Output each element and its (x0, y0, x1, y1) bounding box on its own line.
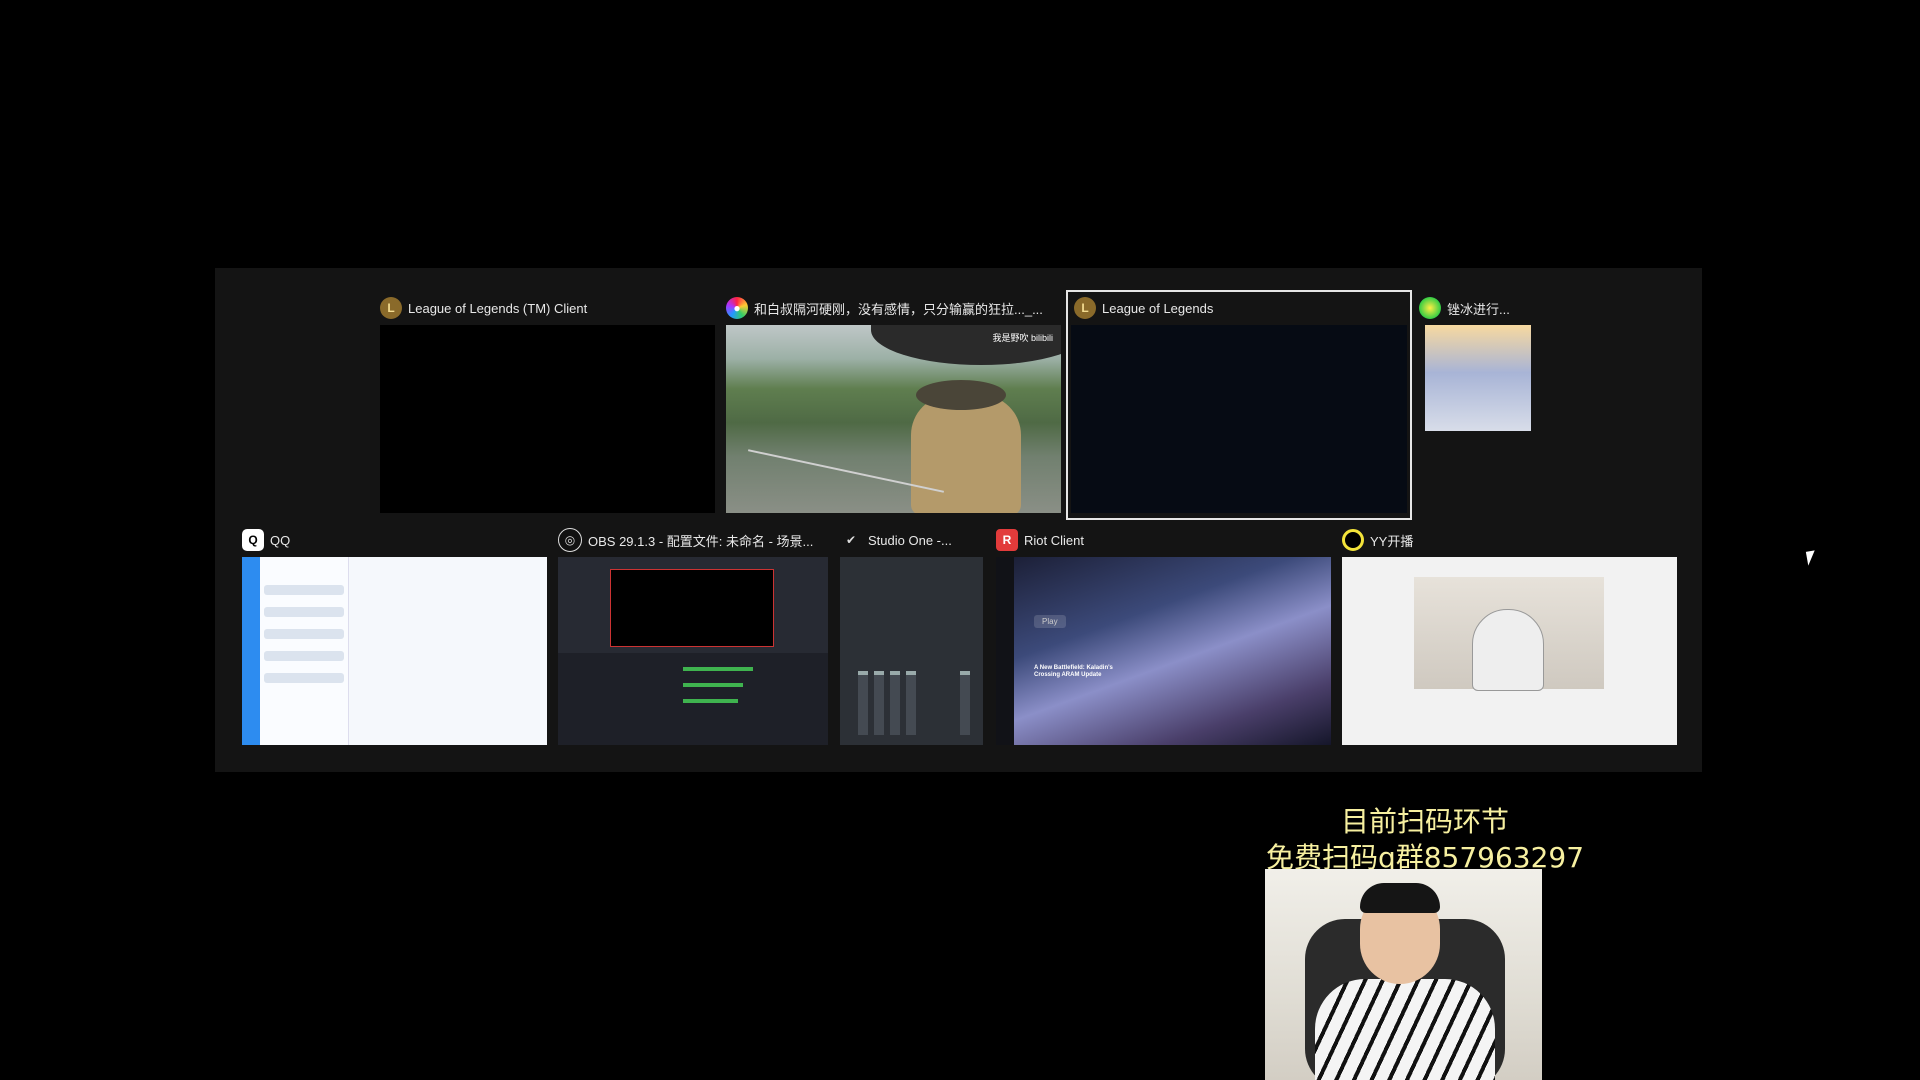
window-title: Riot Client (1024, 532, 1084, 548)
video-player-icon: ● (726, 297, 748, 319)
qq-sidebar (242, 557, 260, 745)
task-switcher-panel: L League of Legends (TM) Client ● 和白叔隔河硬… (215, 268, 1702, 772)
hat (916, 380, 1006, 410)
mouse-cursor-icon (1805, 550, 1818, 566)
mixer-fader (890, 671, 900, 735)
window-lol-client[interactable]: L League of Legends (TM) Client (380, 292, 715, 514)
window-thumbnail (1425, 325, 1531, 431)
qq-penguin-icon: Q (242, 529, 264, 551)
riot-sidebar (996, 557, 1014, 745)
window-title: OBS 29.1.3 - 配置文件: 未命名 - 场景... (588, 533, 814, 549)
obs-preview (610, 569, 774, 647)
window-thumbnail: Play A New Battlefield: Kaladin's Crossi… (996, 557, 1331, 745)
obs-icon: ◎ (558, 528, 582, 552)
list-item (264, 651, 344, 661)
window-thumbnail (1071, 325, 1407, 513)
news-headline: A New Battlefield: Kaladin's Crossing AR… (1034, 665, 1113, 678)
list-item (264, 673, 344, 683)
hair (1360, 883, 1440, 913)
man-figure (911, 395, 1021, 513)
window-lol[interactable]: L League of Legends (1066, 290, 1412, 520)
person-figure (1472, 609, 1544, 691)
mixer-fader (960, 671, 970, 735)
window-title: QQ (270, 532, 291, 548)
overlay-caption-line1: 目前扫码环节 (1340, 805, 1509, 838)
riot-fist-icon: R (996, 529, 1018, 551)
mixer-fader (858, 671, 868, 735)
window-title: Studio One -... (868, 532, 952, 548)
mixer-fader (874, 671, 884, 735)
window-thumbnail (558, 557, 828, 745)
obs-mixer (558, 653, 828, 745)
mixer-fader (906, 671, 916, 735)
window-title: YY开播 (1370, 533, 1414, 549)
list-item (264, 585, 344, 595)
window-title: 锉冰进行... (1447, 301, 1510, 317)
list-item (264, 607, 344, 617)
audio-meter (683, 667, 753, 671)
audio-meter (683, 683, 743, 687)
yy-ring-icon (1342, 529, 1364, 551)
window-thumbnail (380, 325, 715, 513)
window-thumbnail (840, 557, 983, 745)
list-item (264, 629, 344, 639)
ball-icon (1419, 297, 1441, 319)
window-title: League of Legends (1102, 300, 1214, 316)
lol-icon: L (1074, 297, 1096, 319)
window-riot-client[interactable]: R Riot Client Play A New Battlefield: Ka… (996, 524, 1331, 746)
window-yy[interactable]: YY开播 (1342, 524, 1677, 746)
window-title: League of Legends (TM) Client (408, 300, 588, 316)
window-qq[interactable]: Q QQ (242, 524, 547, 746)
window-thumbnail (1342, 557, 1677, 745)
studio-one-icon: ✔ (845, 533, 857, 547)
window-video[interactable]: ● 和白叔隔河硬刚，没有感情，只分输赢的狂拉..._... 我是野吹 bilib… (726, 292, 1061, 514)
qq-chat-pane (349, 557, 547, 745)
lol-icon: L (380, 297, 402, 319)
window-thumbnail: 我是野吹 bilibili (726, 325, 1061, 513)
webcam-overlay (1265, 869, 1542, 1080)
window-title: 和白叔隔河硬刚，没有感情，只分输赢的狂拉..._... (754, 301, 1043, 317)
window-studio-one[interactable]: ✔ Studio One -... (840, 524, 983, 746)
window-obs[interactable]: ◎ OBS 29.1.3 - 配置文件: 未命名 - 场景... (558, 524, 828, 746)
window-thumbnail (242, 557, 547, 745)
play-button: Play (1034, 615, 1066, 628)
shirt (1315, 979, 1495, 1080)
video-watermark: 我是野吹 bilibili (992, 333, 1053, 343)
window-ice[interactable]: 锉冰进行... (1419, 292, 1531, 432)
audio-meter (683, 699, 738, 703)
